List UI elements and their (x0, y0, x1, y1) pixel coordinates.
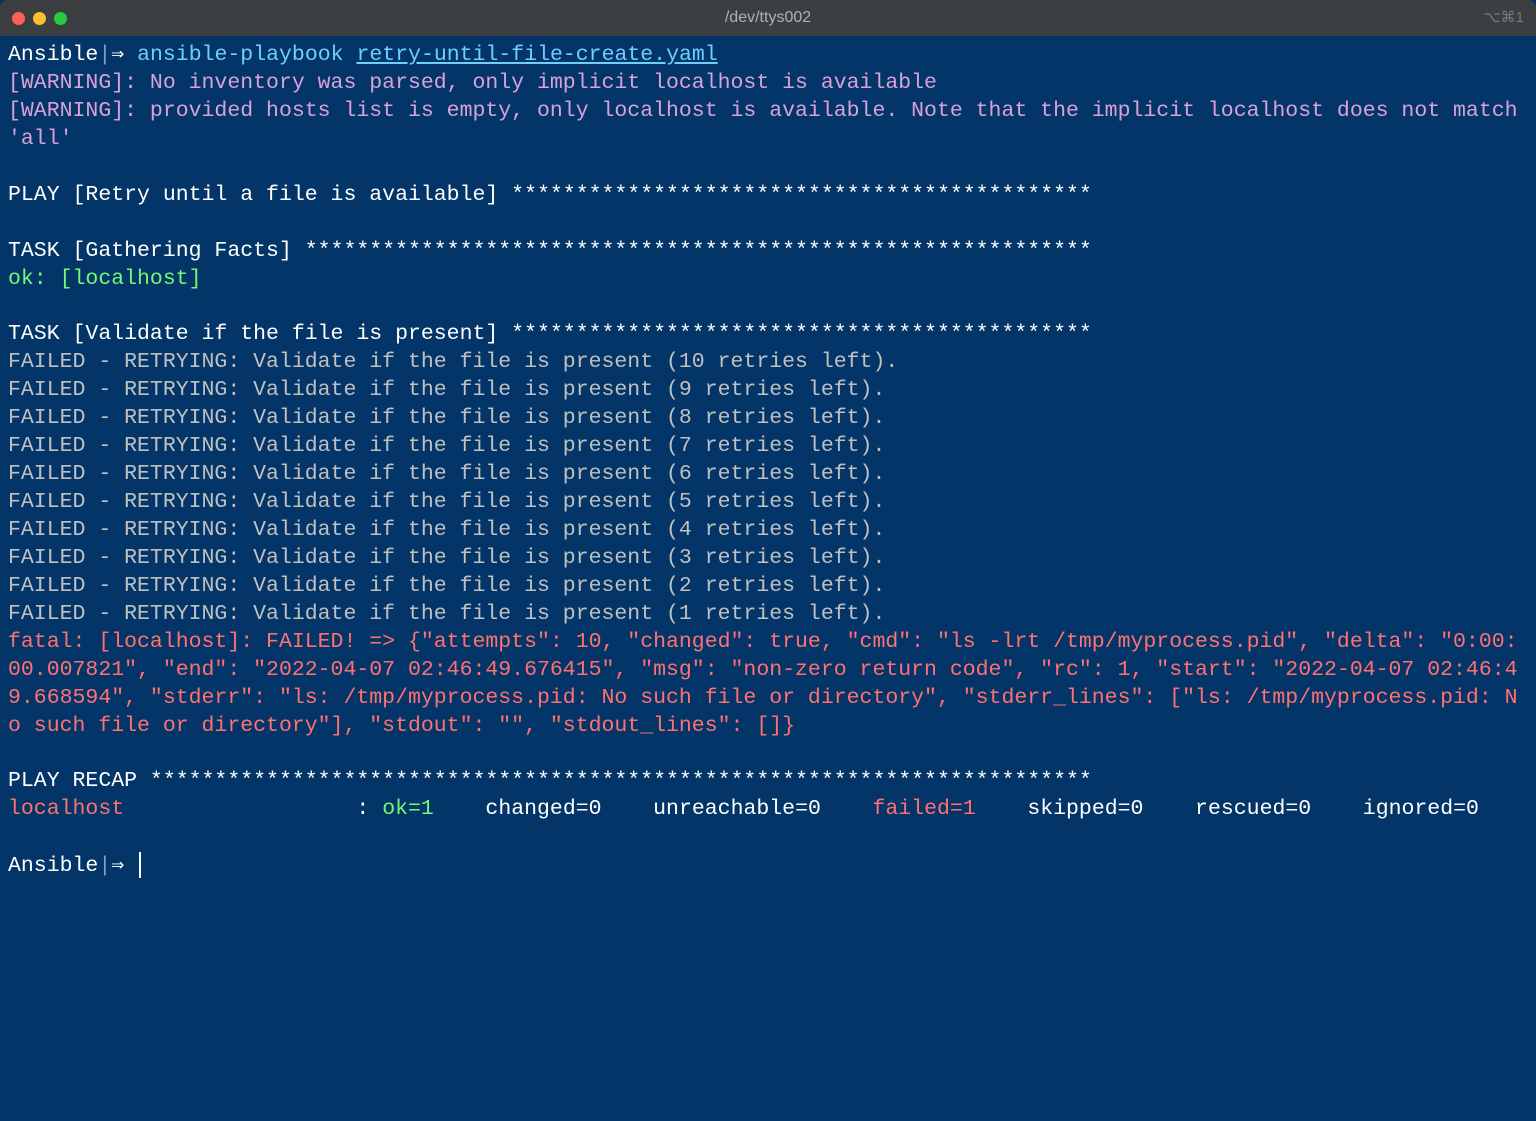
prompt-project: Ansible (8, 854, 98, 878)
blank-line (8, 210, 1528, 238)
recap-pad (124, 797, 343, 821)
prompt-line: Ansible|⇒ (8, 852, 1528, 881)
recap-unreachable: unreachable=0 (640, 797, 859, 821)
recap-changed: changed=0 (473, 797, 641, 821)
recap-header: PLAY RECAP *****************************… (8, 768, 1528, 796)
retry-line: FAILED - RETRYING: Validate if the file … (8, 349, 1528, 377)
window-title: /dev/ttys002 (725, 8, 811, 29)
close-icon[interactable] (12, 12, 25, 25)
blank-line (8, 740, 1528, 768)
retry-line: FAILED - RETRYING: Validate if the file … (8, 545, 1528, 573)
recap-failed: failed=1 (860, 797, 1015, 821)
task-header: TASK [Gathering Facts] *****************… (8, 238, 1528, 266)
retry-line: FAILED - RETRYING: Validate if the file … (8, 405, 1528, 433)
recap-sep: : (343, 797, 382, 821)
minimize-icon[interactable] (33, 12, 46, 25)
terminal-output[interactable]: Ansible|⇒ ansible-playbook retry-until-f… (0, 36, 1536, 889)
fatal-line: fatal: [localhost]: FAILED! => {"attempt… (8, 629, 1528, 741)
titlebar-shortcut-indicator: ⌥⌘1 (1483, 8, 1524, 28)
cursor-icon (139, 852, 141, 878)
task-header: TASK [Validate if the file is present] *… (8, 321, 1528, 349)
blank-line (8, 154, 1528, 182)
retry-line: FAILED - RETRYING: Validate if the file … (8, 461, 1528, 489)
command-arg: retry-until-file-create.yaml (356, 43, 717, 67)
retry-line: FAILED - RETRYING: Validate if the file … (8, 377, 1528, 405)
prompt-separator: | (98, 43, 111, 67)
prompt-arrow: ⇒ (111, 43, 137, 67)
prompt-separator: | (98, 854, 111, 878)
maximize-icon[interactable] (54, 12, 67, 25)
blank-line (8, 293, 1528, 321)
play-header: PLAY [Retry until a file is available] *… (8, 182, 1528, 210)
recap-host: localhost (8, 797, 124, 821)
recap-line: localhost : ok=1 changed=0 unreachable=0… (8, 796, 1528, 824)
recap-ok: ok=1 (382, 797, 472, 821)
prompt-project: Ansible (8, 43, 98, 67)
recap-skipped: skipped=0 (1014, 797, 1182, 821)
warning-line: [WARNING]: provided hosts list is empty,… (8, 98, 1528, 154)
task-ok-line: ok: [localhost] (8, 266, 1528, 294)
warning-line: [WARNING]: No inventory was parsed, only… (8, 70, 1528, 98)
command-text: ansible-playbook (137, 43, 356, 67)
retry-line: FAILED - RETRYING: Validate if the file … (8, 601, 1528, 629)
retry-line: FAILED - RETRYING: Validate if the file … (8, 433, 1528, 461)
retry-line: FAILED - RETRYING: Validate if the file … (8, 489, 1528, 517)
prompt-arrow: ⇒ (111, 854, 137, 878)
retry-line: FAILED - RETRYING: Validate if the file … (8, 573, 1528, 601)
window-titlebar: /dev/ttys002 ⌥⌘1 (0, 0, 1536, 36)
blank-line (8, 824, 1528, 852)
traffic-lights (12, 12, 67, 25)
retry-line: FAILED - RETRYING: Validate if the file … (8, 517, 1528, 545)
recap-ignored: ignored=0 (1350, 797, 1479, 821)
recap-rescued: rescued=0 (1182, 797, 1350, 821)
command-line: Ansible|⇒ ansible-playbook retry-until-f… (8, 42, 1528, 70)
